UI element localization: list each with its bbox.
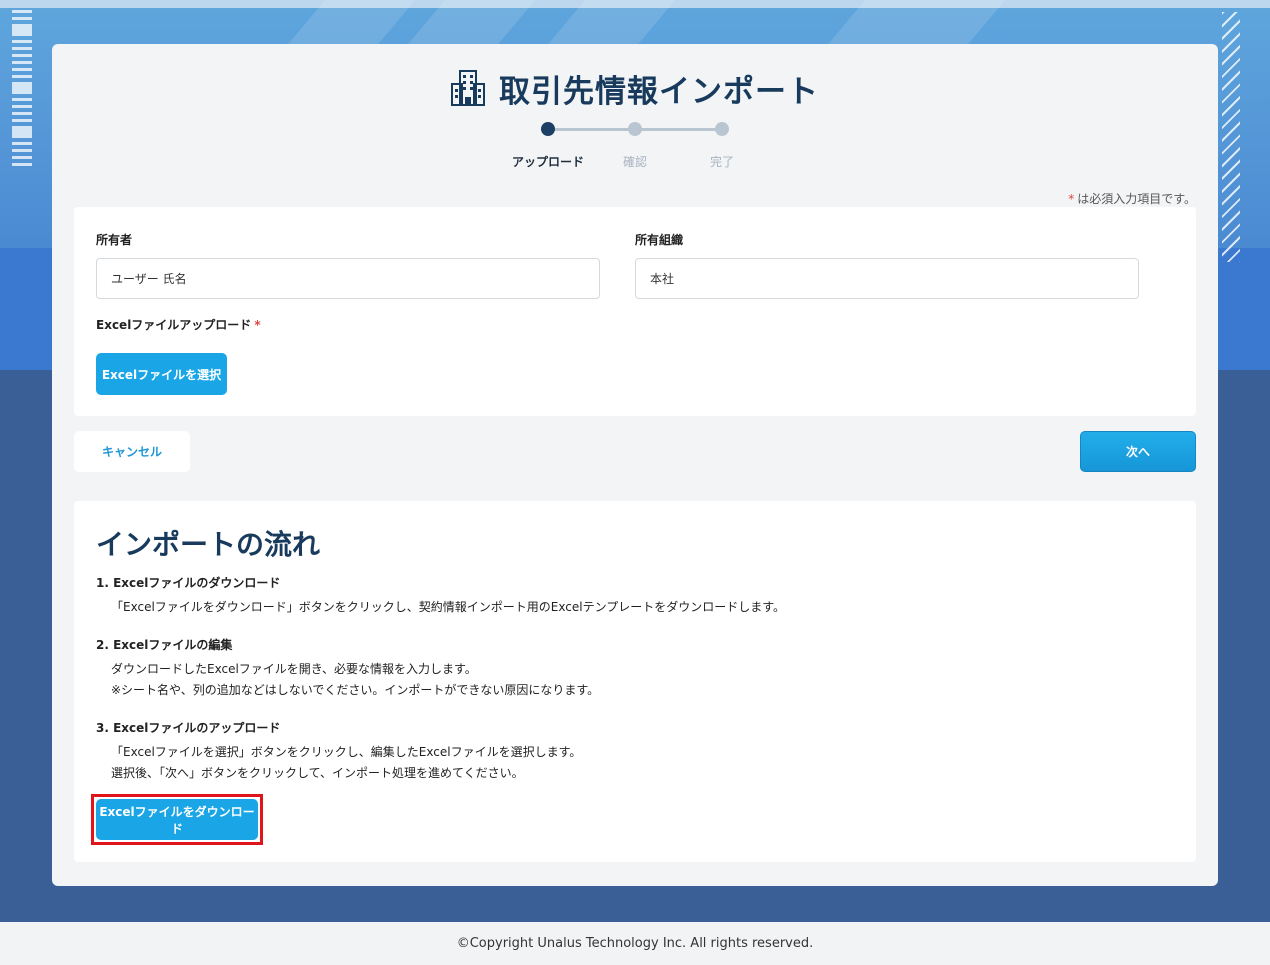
- step-dot-complete: [715, 122, 729, 136]
- flow-step-2-title: 2. Excelファイルの編集: [96, 638, 233, 652]
- cancel-button[interactable]: キャンセル: [74, 431, 190, 472]
- flow-step-3-line-2: 選択後、「次へ」ボタンをクリックして、インポート処理を進めてください。: [111, 766, 524, 780]
- building-icon: [451, 70, 485, 106]
- step-label-upload: アップロード: [511, 155, 584, 169]
- decorative-hatch: [1222, 12, 1240, 262]
- flow-step-2-text: ダウンロードしたExcelファイルを開き、必要な情報を入力します。 ※シート名や…: [111, 659, 599, 701]
- flow-step-3-text: 「Excelファイルを選択」ボタンをクリックし、編集したExcelファイルを選択…: [111, 742, 581, 784]
- download-excel-button[interactable]: Excelファイルをダウンロード: [96, 799, 258, 840]
- required-asterisk: *: [1068, 192, 1075, 206]
- flow-step-1-title: 1. Excelファイルのダウンロード: [96, 576, 281, 590]
- page-header: 取引先情報インポート: [52, 66, 1218, 110]
- owner-label: 所有者: [96, 233, 133, 247]
- flow-step-2-line-1: ダウンロードしたExcelファイルを開き、必要な情報を入力します。: [111, 662, 477, 676]
- step-label-confirm: 確認: [622, 155, 647, 169]
- copyright-text: ©Copyright Unalus Technology Inc. All ri…: [456, 936, 814, 951]
- upload-label-text: Excelファイルアップロード: [96, 318, 252, 332]
- flow-step-3-line-1: 「Excelファイルを選択」ボタンをクリックし、編集したExcelファイルを選択…: [111, 745, 582, 759]
- form-panel: 所有者 ユーザー 氏名 所有組織 本社 Excelファイルアップロード * Exc…: [74, 207, 1196, 416]
- org-field[interactable]: 本社: [635, 258, 1139, 299]
- footer: ©Copyright Unalus Technology Inc. All ri…: [0, 922, 1270, 965]
- progress-stepper: アップロード 確認 完了: [52, 122, 1218, 182]
- flow-title: インポートの流れ: [96, 528, 321, 561]
- flow-step-2-line-2: ※シート名や、列の追加などはしないでください。インポートができない原因になります…: [111, 683, 600, 697]
- upload-required-asterisk: *: [254, 318, 261, 332]
- step-dot-confirm: [628, 122, 642, 136]
- flow-step-1-text: 「Excelファイルをダウンロード」ボタンをクリックし、契約情報インポート用のE…: [111, 597, 785, 618]
- step-label-complete: 完了: [709, 155, 734, 169]
- required-note: * は必須入力項目です。: [1068, 190, 1196, 207]
- owner-field[interactable]: ユーザー 氏名: [96, 258, 600, 299]
- select-excel-button[interactable]: Excelファイルを選択: [96, 353, 227, 395]
- step-dot-upload: [541, 122, 555, 136]
- org-label: 所有組織: [635, 233, 684, 247]
- flow-step-3-title: 3. Excelファイルのアップロード: [96, 721, 281, 735]
- flow-step-1-line-1: 「Excelファイルをダウンロード」ボタンをクリックし、契約情報インポート用のE…: [111, 600, 786, 614]
- import-card: 取引先情報インポート アップロード 確認 完了 * は必須入力項目です。 所有者 …: [52, 44, 1218, 886]
- upload-label: Excelファイルアップロード *: [96, 316, 261, 333]
- decorative-bars: [12, 10, 32, 170]
- import-flow-panel: インポートの流れ 1. Excelファイルのダウンロード 「Excelファイルを…: [74, 501, 1196, 862]
- page-title: 取引先情報インポート: [499, 73, 819, 110]
- required-note-text: は必須入力項目です。: [1077, 192, 1196, 206]
- next-button[interactable]: 次へ: [1080, 431, 1196, 472]
